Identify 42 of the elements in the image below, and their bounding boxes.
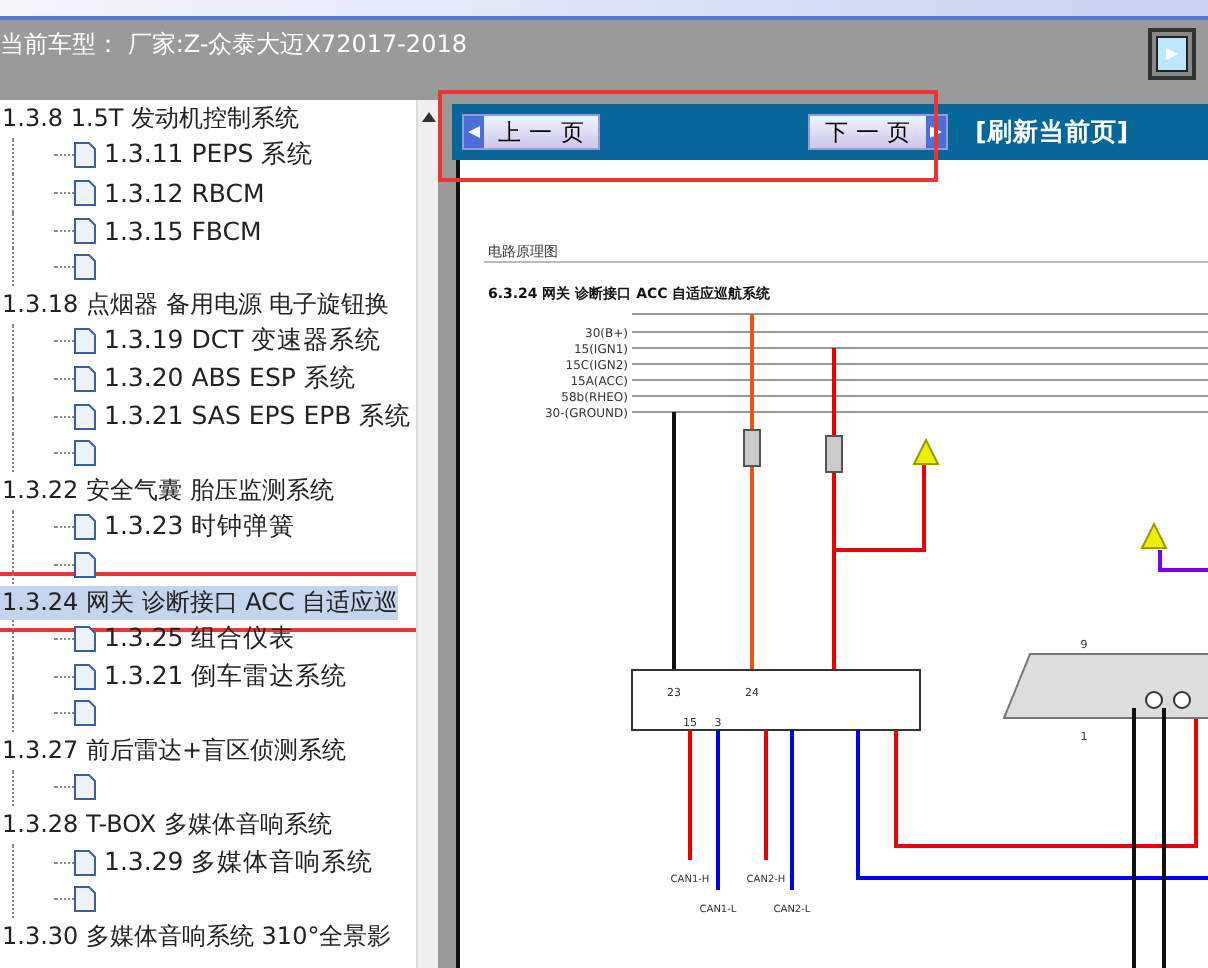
page-icon — [74, 254, 96, 281]
page-icon — [74, 440, 96, 467]
tree-item[interactable]: 1.3.27 前后雷达+盲区侦测系统 — [0, 733, 347, 768]
page-icon — [74, 365, 96, 392]
tree-item[interactable]: 1.3.30 多媒体音响系统 310°全景影 — [0, 919, 392, 954]
previous-page-button[interactable]: 上 一 页 — [462, 114, 601, 150]
page-icon — [74, 179, 96, 206]
left-arrow-icon — [466, 124, 482, 140]
scroll-up-icon[interactable] — [421, 112, 435, 122]
vehicle-model-label: 当前车型： 厂家:Z-众泰大迈X72017-2018 — [0, 28, 467, 62]
tree-item[interactable]: 1.3.25 组合仪表 — [104, 622, 296, 657]
page-icon — [74, 328, 96, 355]
tree-item[interactable]: 1.3.19 DCT 变速器系统 — [104, 324, 382, 359]
tree-item[interactable]: 1.3.12 RBCM — [104, 177, 265, 208]
next-page-button[interactable]: 下 一 页 — [808, 114, 948, 150]
tree-item[interactable]: 1.3.18 点烟器 备用电源 电子旋钮换 — [0, 287, 390, 322]
page-icon — [74, 551, 96, 578]
tree-item[interactable]: 1.3.24 网关 诊断接口 ACC 自适应巡 — [0, 585, 399, 620]
page-icon — [74, 217, 96, 244]
right-arrow-icon — [927, 124, 944, 140]
refresh-link[interactable]: [刷新当前页] — [975, 115, 1129, 149]
right-arrow-icon — [1164, 46, 1180, 62]
page-icon — [74, 142, 96, 169]
tree-item[interactable]: 1.3.28 T-BOX 多媒体音响系统 — [0, 808, 332, 843]
page-icon — [74, 886, 96, 913]
tree-item[interactable]: 1.3.15 FBCM — [104, 215, 262, 246]
tree-item[interactable]: 1.3.21 SAS EPS EPB 系统 — [104, 399, 412, 434]
tree-item[interactable]: 1.3.29 多媒体音响系统 — [104, 845, 374, 880]
toggle-panel-button[interactable] — [1148, 28, 1196, 80]
tree-item[interactable]: 1.3.22 安全气囊 胎压监测系统 — [0, 473, 334, 508]
page-icon — [74, 626, 96, 653]
page-icon — [74, 403, 96, 430]
tree-item[interactable]: 1.3.20 ABS ESP 系统 — [104, 361, 356, 396]
tree-item[interactable]: 1.3.8 1.5T 发动机控制系统 — [0, 101, 300, 136]
tree-item[interactable]: 1.3.21 倒车雷达系统 — [104, 659, 348, 694]
tree-item[interactable]: 1.3.11 PEPS 系统 — [104, 138, 314, 173]
page-icon — [74, 514, 96, 541]
page-icon — [74, 700, 96, 727]
tree-item[interactable]: 1.3.23 时钟弹簧 — [104, 510, 296, 545]
page-icon — [74, 663, 96, 690]
page-icon — [74, 849, 96, 876]
page-icon — [74, 774, 96, 801]
